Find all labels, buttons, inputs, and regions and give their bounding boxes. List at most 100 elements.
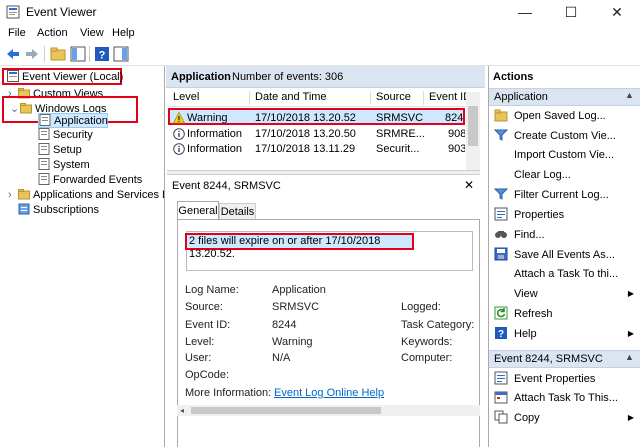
action-clear-log[interactable]: Clear Log... [494, 166, 571, 184]
tree-item-label: Applications and Services Lo [33, 189, 164, 201]
column-divider[interactable] [423, 91, 424, 105]
up-folder-icon[interactable] [50, 46, 66, 62]
column-divider[interactable] [249, 91, 250, 105]
warning-icon [173, 112, 185, 124]
row-date: 17/10/2018 13.11.29 [255, 143, 356, 155]
show-hide-tree-icon[interactable] [70, 46, 86, 62]
action-attach-task-to-event[interactable]: Attach Task To This... [494, 389, 618, 407]
scrollbar-thumb[interactable] [468, 106, 478, 146]
action-label: Event Properties [514, 373, 596, 385]
chevron-right-icon[interactable]: › [8, 188, 18, 203]
tree-item-forwarded-events[interactable]: Forwarded Events [38, 173, 142, 188]
svg-text:?: ? [99, 50, 106, 62]
row-source: SRMSVC [376, 112, 424, 124]
actions-section-application[interactable]: Application ▲ [489, 88, 640, 106]
tab-general[interactable]: General [177, 201, 219, 220]
log-icon [38, 128, 50, 140]
computer-label: Computer: [401, 352, 453, 364]
filter-icon [494, 188, 508, 200]
log-icon [38, 173, 50, 185]
svg-text:?: ? [498, 329, 504, 340]
menu-action[interactable]: Action [37, 27, 68, 39]
tree-item-security[interactable]: Security [38, 128, 93, 143]
user-label: User: [185, 352, 212, 364]
event-id-value: 8244 [272, 319, 297, 331]
column-level[interactable]: Level [173, 91, 199, 103]
properties-icon [494, 371, 508, 385]
action-import-custom-view[interactable]: Import Custom Vie... [494, 146, 614, 164]
tree-item-application[interactable]: Application [38, 113, 108, 128]
subscriptions-icon [18, 203, 30, 215]
scroll-left-icon[interactable]: ◂ [180, 407, 186, 415]
user-value: N/A [272, 352, 291, 364]
event-list-scrollbar[interactable] [466, 92, 480, 170]
menu-view[interactable]: View [80, 27, 104, 39]
action-label: Filter Current Log... [514, 189, 609, 201]
action-copy-submenu[interactable]: Copy ▶ [494, 409, 636, 427]
collapse-arrow-icon[interactable]: ▲ [625, 90, 634, 100]
column-date-and-time[interactable]: Date and Time [255, 91, 327, 103]
log-header-count: Number of events: 306 [232, 71, 344, 83]
menu-help[interactable]: Help [112, 27, 135, 39]
action-label: Open Saved Log... [514, 110, 606, 122]
close-icon[interactable]: ✕ [464, 178, 474, 192]
tree-item-setup[interactable]: Setup [38, 143, 82, 158]
tree-item-label: Subscriptions [33, 204, 100, 216]
toolbar-separator [44, 46, 45, 62]
tab-details[interactable]: Details [219, 203, 256, 220]
action-attach-task[interactable]: Attach a Task To thi... [494, 265, 618, 283]
chevron-down-icon[interactable]: ⌄ [10, 102, 20, 117]
forward-arrow-icon[interactable] [24, 46, 40, 62]
action-find[interactable]: Find... [494, 226, 545, 244]
tree-item-applications-and-services[interactable]: › Applications and Services Lo [8, 188, 164, 203]
action-label: Copy [514, 412, 540, 424]
opcode-label: OpCode: [185, 369, 230, 381]
action-help-submenu[interactable]: ? Help ▶ [494, 325, 636, 343]
back-arrow-icon[interactable] [5, 46, 21, 62]
row-level: Warning [187, 112, 228, 124]
action-filter-current-log[interactable]: Filter Current Log... [494, 186, 609, 204]
table-row[interactable]: Warning 17/10/2018 13.20.52 SRMSVC 8244 [168, 108, 465, 125]
tree-item-subscriptions[interactable]: Subscriptions [18, 203, 99, 218]
submenu-arrow-icon: ▶ [627, 329, 634, 338]
minimize-button[interactable]: — [502, 0, 548, 24]
action-view-submenu[interactable]: View ▶ [494, 285, 636, 303]
pane-splitter[interactable] [167, 170, 480, 175]
column-divider[interactable] [370, 91, 371, 105]
logged-label: Logged: [401, 301, 441, 313]
action-label: Refresh [514, 308, 553, 320]
tree-item-system[interactable]: System [38, 158, 90, 173]
show-hide-action-pane-icon[interactable] [113, 46, 129, 62]
tree-item-label: Setup [53, 144, 82, 156]
table-row[interactable]: Information 17/10/2018 13.11.29 Securit.… [168, 141, 465, 158]
action-event-properties[interactable]: Event Properties [494, 370, 595, 388]
horizontal-scrollbar[interactable]: ◂ [177, 405, 480, 416]
level-value: Warning [272, 336, 313, 348]
collapse-arrow-icon[interactable]: ▲ [625, 352, 634, 362]
action-properties[interactable]: Properties [494, 206, 564, 224]
action-refresh[interactable]: Refresh [494, 305, 553, 323]
column-event-id[interactable]: Event ID [429, 91, 471, 103]
find-icon [495, 231, 507, 238]
task-icon [494, 391, 508, 404]
help-icon[interactable]: ? [94, 46, 110, 62]
refresh-icon [494, 306, 508, 320]
save-icon [494, 247, 508, 261]
copy-icon [494, 410, 508, 424]
action-label: Import Custom Vie... [514, 149, 615, 161]
menu-file[interactable]: File [8, 27, 26, 39]
event-message[interactable]: 2 files will expire on or after 17/10/20… [185, 233, 414, 260]
close-button[interactable]: ✕ [594, 0, 640, 24]
tree-root-event-viewer[interactable]: Event Viewer (Local) [2, 68, 123, 85]
action-open-saved-log[interactable]: Open Saved Log... [494, 107, 606, 125]
actions-section-event[interactable]: Event 8244, SRMSVC ▲ [489, 350, 640, 368]
action-save-all-events[interactable]: Save All Events As... [494, 246, 615, 264]
column-source[interactable]: Source [376, 91, 411, 103]
scrollbar-thumb[interactable] [191, 407, 381, 414]
maximize-button[interactable]: ☐ [548, 0, 594, 24]
help-icon: ? [495, 327, 507, 340]
actions-title: Actions [493, 71, 534, 83]
action-create-custom-view[interactable]: Create Custom Vie... [494, 127, 616, 145]
event-log-online-help-link[interactable]: Event Log Online Help [274, 387, 384, 399]
information-icon [173, 128, 185, 140]
